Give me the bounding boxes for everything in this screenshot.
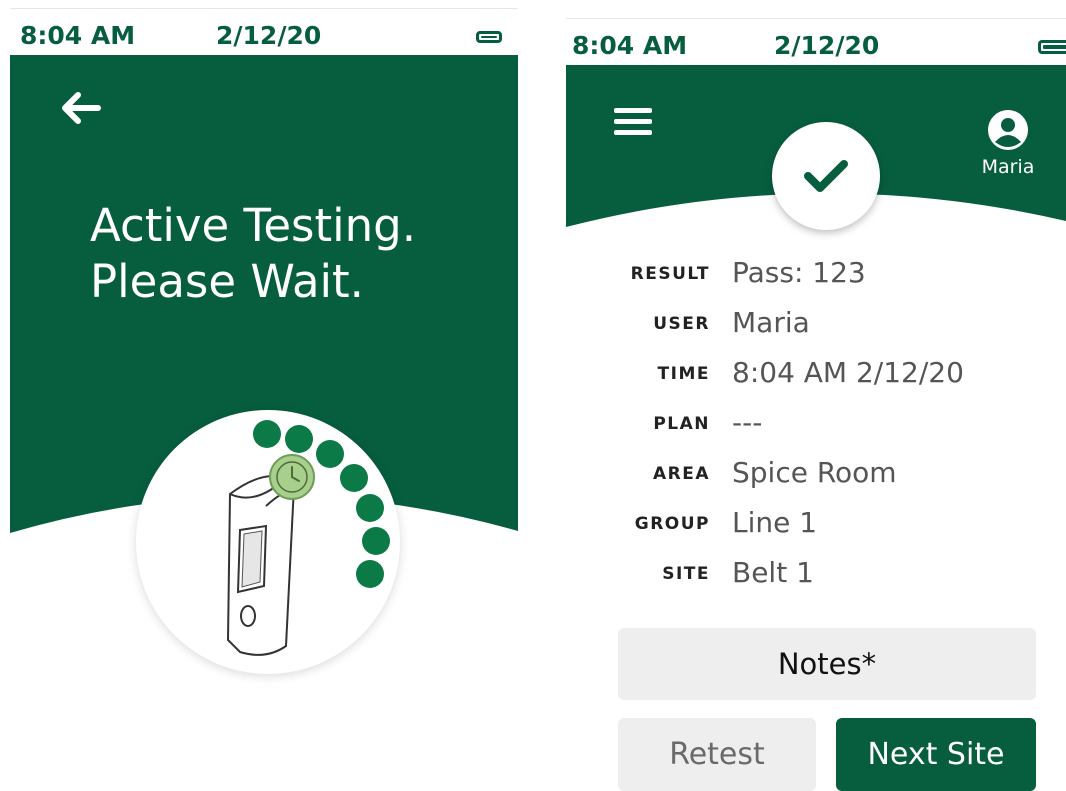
notes-button[interactable]: Notes*	[618, 628, 1036, 700]
detail-row-time: TIME 8:04 AM 2/12/20	[566, 354, 1066, 394]
battery-icon	[476, 31, 502, 43]
active-testing-screen: 8:04 AM 2/12/20 Active Testing. Please W…	[10, 8, 518, 791]
test-device-icon	[226, 475, 305, 656]
device-illustration-circle	[136, 410, 400, 674]
test-result-screen: 8:04 AM 2/12/20 Maria RESULT Pass: 123 U…	[566, 18, 1066, 791]
detail-label: GROUP	[634, 514, 710, 534]
status-bar: 8:04 AM 2/12/20	[10, 9, 518, 55]
user-account-icon[interactable]	[986, 108, 1030, 152]
detail-row-result: RESULT Pass: 123	[566, 254, 1066, 294]
clock-icon	[269, 454, 315, 500]
testing-status-title: Active Testing. Please Wait.	[90, 198, 510, 310]
detail-value: ---	[732, 406, 763, 439]
progress-dot	[253, 420, 281, 448]
status-time: 8:04 AM	[20, 21, 136, 50]
detail-value: Pass: 123	[732, 256, 866, 289]
detail-value: 8:04 AM 2/12/20	[732, 356, 964, 389]
detail-row-group: GROUP Line 1	[566, 504, 1066, 544]
detail-label: AREA	[652, 464, 710, 484]
status-time: 8:04 AM	[572, 31, 688, 60]
next-site-button[interactable]: Next Site	[836, 718, 1036, 791]
detail-label: TIME	[657, 364, 710, 384]
detail-label: USER	[653, 314, 710, 334]
progress-dot	[340, 464, 368, 492]
detail-row-user: USER Maria	[566, 304, 1066, 344]
detail-label: PLAN	[653, 414, 710, 434]
testing-title-line2: Please Wait.	[90, 255, 364, 308]
testing-title-line1: Active Testing.	[90, 199, 417, 252]
progress-dot	[316, 440, 344, 468]
progress-dot	[362, 527, 390, 555]
detail-value: Belt 1	[732, 556, 814, 589]
detail-value: Spice Room	[732, 456, 897, 489]
status-date: 2/12/20	[774, 31, 880, 60]
detail-label: RESULT	[630, 264, 710, 284]
progress-dot	[356, 560, 384, 588]
checkmark-icon	[804, 160, 848, 192]
detail-row-area: AREA Spice Room	[566, 454, 1066, 494]
detail-value: Maria	[732, 306, 810, 339]
user-name-label[interactable]: Maria	[968, 156, 1048, 178]
detail-value: Line 1	[732, 506, 818, 539]
hamburger-menu-icon[interactable]	[614, 106, 652, 138]
detail-row-plan: PLAN ---	[566, 404, 1066, 444]
battery-icon	[1038, 40, 1066, 54]
status-bar: 8:04 AM 2/12/20	[566, 19, 1066, 65]
detail-label: SITE	[662, 564, 710, 584]
progress-dot	[356, 494, 384, 522]
progress-dot	[285, 425, 313, 453]
result-check-badge	[772, 122, 880, 230]
status-date: 2/12/20	[216, 21, 322, 50]
retest-button[interactable]: Retest	[618, 718, 816, 791]
back-arrow-icon[interactable]	[58, 90, 104, 126]
detail-row-site: SITE Belt 1	[566, 554, 1066, 594]
